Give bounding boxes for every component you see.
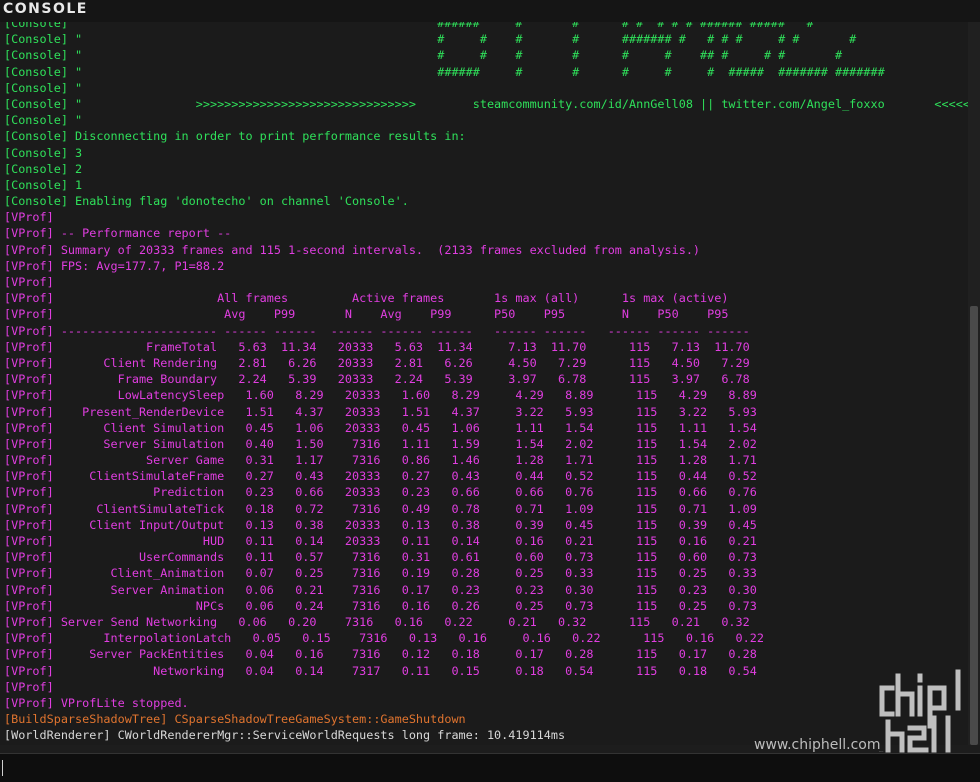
log-line-vprof: [VProf] Server PackEntities 0.04 0.16 73…	[4, 647, 757, 662]
log-line-vprof: [VProf] LowLatencySleep 1.60 8.29 20333 …	[4, 388, 757, 403]
log-lines: [Console] " ###### # # # # # # # ###### …	[4, 22, 968, 743]
log-line-vprof: [VProf] ClientSimulateFrame 0.27 0.43 20…	[4, 469, 757, 484]
log-line-console: [Console] Enabling flag 'donotecho' on c…	[4, 194, 409, 209]
chiphell-logo: chip hell	[879, 669, 961, 753]
log-line-vprof: [VProf] Client Simulation 0.45 1.06 2033…	[4, 420, 757, 435]
log-line-vprof: [VProf] Frame Boundary 2.24 5.39 20333 2…	[4, 372, 750, 387]
log-line-console: [Console] " >>>>>>>>>>>>>>>>>>>>>>>>>>>>…	[4, 96, 968, 111]
log-line-vprof: [VProf] UserCommands 0.11 0.57 7316 0.31…	[4, 550, 757, 565]
log-line-console: [Console] " ###### # # # # # # # ###### …	[4, 22, 814, 30]
log-line-vprof: [VProf]	[4, 679, 54, 694]
log-line-build: [BuildSparseShadowTree] CSparseShadowTre…	[4, 712, 466, 727]
log-line-vprof: [VProf] Server Game 0.31 1.17 7316 0.86 …	[4, 453, 757, 468]
log-line-vprof: [VProf] ---------------------- ------ --…	[4, 323, 750, 338]
log-line-vprof: [VProf] Present_RenderDevice 1.51 4.37 2…	[4, 404, 757, 419]
log-line-vprof: [VProf] Client Input/Output 0.13 0.38 20…	[4, 517, 757, 532]
log-line-vprof: [VProf] Client Rendering 2.81 6.26 20333…	[4, 355, 750, 370]
text-caret	[2, 760, 3, 776]
log-line-vprof: [VProf]	[4, 275, 54, 289]
log-line-console: [Console] "	[4, 113, 83, 128]
log-line-vprof: [VProf] Server Send Networking 0.06 0.20…	[4, 614, 750, 629]
log-line-vprof: [VProf] Networking 0.04 0.14 7317 0.11 0…	[4, 663, 757, 678]
log-line-console: [Console] " # # # # ####### # # # # # # …	[4, 32, 857, 47]
title-bar: CONSOLE	[0, 0, 980, 23]
log-line-vprof: [VProf] Avg P99 N Avg P99 P50 P95 N P50 …	[4, 307, 729, 322]
log-line-console: [Console] Disconnecting in order to prin…	[4, 129, 466, 144]
log-line-vprof: [VProf] InterpolationLatch 0.05 0.15 731…	[4, 631, 764, 646]
log-line-vprof: [VProf] Prediction 0.23 0.66 20333 0.23 …	[4, 485, 757, 500]
log-line-console: [Console] 1	[4, 177, 83, 192]
log-line-vprof: [VProf] ClientSimulateTick 0.18 0.72 731…	[4, 501, 757, 516]
console-command-input[interactable]	[4, 758, 948, 780]
log-line-vprof: [VProf] -- Performance report --	[4, 226, 232, 241]
log-line-vprof: [VProf] HUD 0.11 0.14 20333 0.11 0.14 0.…	[4, 534, 757, 548]
log-line-vprof: [VProf] VProfLite stopped.	[4, 695, 189, 710]
log-line-vprof: [VProf] NPCs 0.06 0.24 7316 0.16 0.26 0.…	[4, 598, 757, 613]
console-log[interactable]: [Console] " ###### # # # # # # # ###### …	[0, 22, 968, 745]
log-line-console: [Console] 3	[4, 145, 83, 160]
log-line-vprof: [VProf] Client_Animation 0.07 0.25 7316 …	[4, 566, 757, 581]
window-title: CONSOLE	[3, 1, 88, 17]
log-line-console: [Console] 2	[4, 161, 83, 176]
log-line-vprof: [VProf]	[4, 210, 54, 225]
log-line-vprof: [VProf] All frames Active frames 1s max …	[4, 291, 729, 306]
log-line-vprof: [VProf] Server Animation 0.06 0.21 7316 …	[4, 582, 757, 597]
log-line-console: [Console] "	[4, 80, 83, 95]
log-line-console: [Console] " # # # # # # ## # # # #	[4, 48, 843, 63]
log-line-vprof: [VProf] FPS: Avg=177.7, P1=88.2	[4, 258, 225, 273]
log-line-vprof: [VProf] Server Simulation 0.40 1.50 7316…	[4, 436, 757, 451]
log-line-vprof: [VProf] FrameTotal 5.63 11.34 20333 5.63…	[4, 339, 750, 354]
log-line-vprof: [VProf] Summary of 20333 frames and 115 …	[4, 242, 701, 257]
command-bar	[0, 753, 980, 782]
log-line-console: [Console] " ###### # # # # # ##### #####…	[4, 64, 885, 79]
watermark-text: www.chiphell.com	[754, 737, 881, 753]
